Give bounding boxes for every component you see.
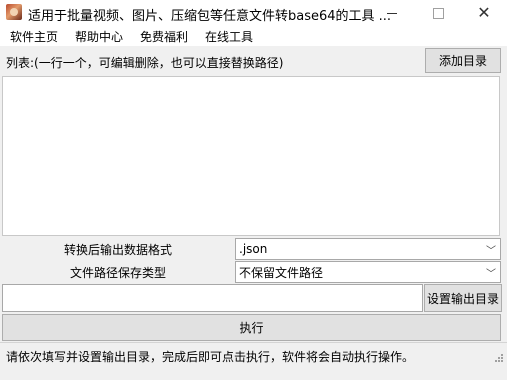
minimize-icon	[387, 12, 397, 14]
minimize-button[interactable]	[369, 0, 415, 26]
menu-item-help[interactable]: 帮助中心	[68, 28, 130, 45]
menu-item-home[interactable]: 软件主页	[3, 28, 65, 45]
add-directory-button[interactable]: 添加目录	[425, 48, 501, 73]
close-button[interactable]: ✕	[461, 0, 507, 26]
set-output-directory-button[interactable]: 设置输出目录	[424, 284, 502, 312]
menu-item-online-tools[interactable]: 在线工具	[198, 28, 260, 45]
output-directory-input[interactable]	[2, 284, 423, 312]
app-window: 适用于批量视频、图片、压缩包等任意文件转base64的工具 ... ✕ 软件主页…	[0, 0, 507, 380]
app-logo-icon	[6, 4, 22, 20]
status-bar: 请依次填写并设置输出目录，完成后即可点击执行，软件将会自动执行操作。	[0, 342, 507, 366]
file-list-textarea[interactable]	[2, 76, 500, 236]
menu-item-free-benefits[interactable]: 免费福利	[133, 28, 195, 45]
output-format-label: 转换后输出数据格式	[63, 242, 172, 257]
maximize-icon	[432, 7, 444, 19]
output-format-value: .json	[239, 242, 268, 256]
path-save-type-value: 不保留文件路径	[239, 265, 324, 280]
list-label: 列表:(一行一个，可编辑删除，也可以直接替换路径)	[6, 56, 284, 70]
execute-button[interactable]: 执行	[2, 314, 501, 341]
menu-bar: 软件主页 帮助中心 免费福利 在线工具	[0, 26, 507, 46]
chevron-down-icon: ﹀	[486, 269, 496, 280]
resize-grip-icon[interactable]	[494, 353, 504, 363]
path-save-type-select[interactable]: 不保留文件路径 ﹀	[235, 261, 501, 283]
title-bar[interactable]: 适用于批量视频、图片、压缩包等任意文件转base64的工具 ... ✕	[0, 0, 507, 26]
maximize-button[interactable]	[415, 0, 461, 26]
chevron-down-icon: ﹀	[486, 246, 496, 257]
path-save-type-label: 文件路径保存类型	[69, 265, 166, 280]
output-format-select[interactable]: .json ﹀	[235, 238, 501, 260]
status-text: 请依次填写并设置输出目录，完成后即可点击执行，软件将会自动执行操作。	[6, 350, 415, 364]
window-title: 适用于批量视频、图片、压缩包等任意文件转base64的工具 ...	[28, 9, 392, 24]
close-icon: ✕	[477, 3, 491, 22]
